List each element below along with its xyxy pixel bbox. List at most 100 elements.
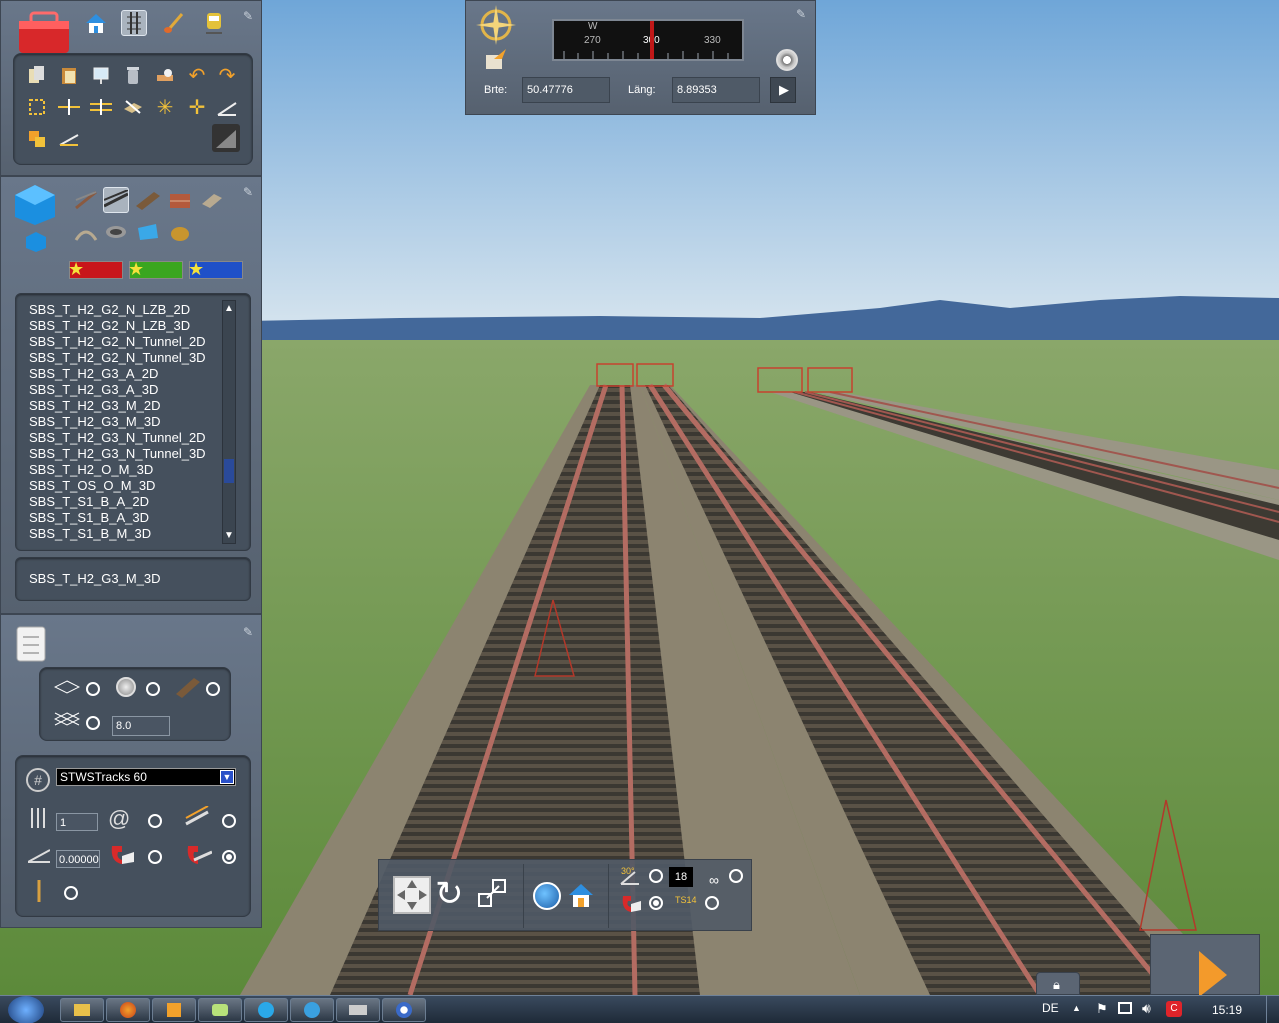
- list-item[interactable]: SBS_T_H2_G3_N_Tunnel_3D: [29, 446, 225, 462]
- network-icon[interactable]: [1118, 1002, 1132, 1014]
- track-type-icon[interactable]: [73, 187, 99, 213]
- brick-icon[interactable]: [167, 187, 193, 213]
- track-rule-select[interactable]: STWSTracks 60 ▼: [56, 768, 236, 786]
- small-cube-icon[interactable]: [25, 231, 47, 253]
- list-item[interactable]: SBS_T_H2_O_M_3D: [29, 462, 225, 478]
- measure-icon[interactable]: [152, 62, 178, 88]
- rotate-camera-icon[interactable]: ↻: [435, 874, 464, 914]
- dial-settings-icon[interactable]: [776, 49, 798, 71]
- list-item[interactable]: SBS_T_OS_O_M_3D: [29, 478, 225, 494]
- paint-tool-icon[interactable]: [161, 10, 187, 36]
- list-item[interactable]: SBS_T_H2_G2_N_LZB_3D: [29, 318, 225, 334]
- segment-radio[interactable]: [206, 682, 220, 696]
- home-tool-icon[interactable]: [83, 10, 109, 36]
- list-item[interactable]: SBS_T_S1_B_A_2D: [29, 494, 225, 510]
- snap-icon[interactable]: ✳: [152, 94, 178, 120]
- count-input[interactable]: 1: [56, 813, 98, 831]
- track-tool-radio[interactable]: [222, 814, 236, 828]
- monitor-icon[interactable]: [88, 62, 114, 88]
- play-button[interactable]: [1150, 934, 1260, 995]
- scroll-down-icon[interactable]: ▼: [224, 530, 234, 541]
- tunnel-icon[interactable]: [103, 219, 129, 245]
- bag-icon[interactable]: [167, 219, 193, 245]
- clock[interactable]: 15:19: [1212, 1003, 1242, 1017]
- trash-icon[interactable]: [120, 62, 146, 88]
- ts-radio[interactable]: [705, 896, 719, 910]
- globe-icon[interactable]: [533, 882, 561, 910]
- join-icon[interactable]: [88, 94, 114, 120]
- taskbar-skype[interactable]: [244, 998, 288, 1022]
- pencil-radio[interactable]: [64, 886, 78, 900]
- go-button[interactable]: ▶: [770, 77, 796, 103]
- flag-icon[interactable]: ⚑: [1096, 1001, 1108, 1017]
- list-item[interactable]: SBS_T_H2_G2_N_Tunnel_2D: [29, 334, 225, 350]
- scroll-up-icon[interactable]: ▲: [224, 303, 234, 314]
- list-item[interactable]: SBS_T_H2_G3_A_2D: [29, 366, 225, 382]
- flip-icon[interactable]: [120, 94, 146, 120]
- taskbar-browser[interactable]: [382, 998, 426, 1022]
- paste-icon[interactable]: [56, 62, 82, 88]
- magnet-track-radio[interactable]: [222, 850, 236, 864]
- spiral-icon[interactable]: @: [108, 806, 130, 832]
- ruler-icon[interactable]: [56, 126, 82, 152]
- list-item[interactable]: SBS_T_H2_G3_M_3D: [29, 414, 225, 430]
- home-view-icon[interactable]: [567, 882, 595, 911]
- taskbar-explorer[interactable]: [60, 998, 104, 1022]
- start-button[interactable]: [8, 996, 44, 1023]
- copy-icon[interactable]: [24, 62, 50, 88]
- flat-radio[interactable]: [86, 682, 100, 696]
- taskbar-trainz[interactable]: [336, 998, 380, 1022]
- plank-icon[interactable]: [135, 187, 161, 213]
- lon-value[interactable]: 8.89353: [672, 77, 760, 103]
- list-item[interactable]: SBS_T_H2_G2_N_Tunnel_3D: [29, 350, 225, 366]
- track-tool-icon[interactable]: [121, 10, 147, 36]
- angle-snap-radio[interactable]: [649, 869, 663, 883]
- height-radio[interactable]: [86, 716, 100, 730]
- favorites-blue[interactable]: ★: [188, 259, 243, 279]
- gradient-input[interactable]: 0.00000: [56, 850, 100, 868]
- favorites-green[interactable]: ★: [128, 259, 183, 279]
- chevron-down-icon[interactable]: ▼: [220, 770, 234, 784]
- lock-button[interactable]: 🔒︎: [1036, 972, 1080, 995]
- taskbar-telegram[interactable]: [290, 998, 334, 1022]
- train-tool-icon[interactable]: [201, 10, 227, 36]
- asset-list[interactable]: SBS_T_H2_G2_N_LZB_2D SBS_T_H2_G2_N_LZB_3D…: [15, 293, 251, 551]
- list-item[interactable]: SBS_T_H2_G3_A_3D: [29, 382, 225, 398]
- magnet-icon[interactable]: [108, 842, 136, 869]
- show-desktop-button[interactable]: [1266, 996, 1279, 1023]
- link-radio[interactable]: [729, 869, 743, 883]
- pin-icon[interactable]: ✎: [241, 185, 255, 199]
- undo-icon[interactable]: ↶: [184, 62, 210, 88]
- water-icon[interactable]: [135, 219, 161, 245]
- scrollbar[interactable]: ▲ ▼: [222, 300, 236, 544]
- pin-icon[interactable]: ✎: [241, 9, 255, 23]
- crosshair-icon[interactable]: ✛: [184, 94, 210, 120]
- taskbar-messenger[interactable]: [198, 998, 242, 1022]
- pin-icon[interactable]: ✎: [794, 7, 808, 21]
- height-input[interactable]: 8.0: [112, 716, 170, 736]
- select-box-icon[interactable]: [24, 94, 50, 120]
- split-icon[interactable]: [56, 94, 82, 120]
- object-cube-icon[interactable]: [13, 183, 57, 227]
- lay-icon[interactable]: [24, 126, 50, 152]
- shrink-icon[interactable]: [477, 878, 509, 913]
- scroll-thumb[interactable]: [224, 459, 234, 483]
- link-icon[interactable]: ∞: [709, 872, 719, 888]
- list-item[interactable]: SBS_T_S1_B_A_3D: [29, 510, 225, 526]
- lat-value[interactable]: 50.47776: [522, 77, 610, 103]
- bridge-icon[interactable]: [73, 219, 99, 245]
- stone-icon[interactable]: [199, 187, 225, 213]
- pin-icon[interactable]: ✎: [241, 625, 255, 639]
- favorites-red[interactable]: ★: [68, 259, 123, 279]
- properties-icon[interactable]: [11, 623, 51, 665]
- list-item[interactable]: SBS_T_H2_G3_N_Tunnel_2D: [29, 430, 225, 446]
- compass-rose-icon[interactable]: [476, 5, 516, 45]
- tray-expand-icon[interactable]: ▲: [1072, 1003, 1081, 1013]
- rail-type-icon[interactable]: [103, 187, 129, 213]
- angle-icon[interactable]: [214, 94, 240, 120]
- move-camera-button[interactable]: [393, 876, 431, 914]
- volume-icon[interactable]: 🔊︎: [1142, 1000, 1151, 1017]
- taskbar-media[interactable]: [152, 998, 196, 1022]
- list-item[interactable]: SBS_T_S1_B_M_3D: [29, 526, 225, 542]
- spline-radio[interactable]: [146, 682, 160, 696]
